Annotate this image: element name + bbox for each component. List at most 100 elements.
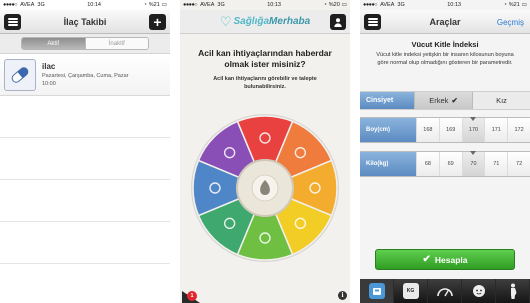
clock: 10:13 bbox=[447, 2, 461, 8]
network-label: 3G bbox=[217, 2, 225, 8]
menu-button[interactable] bbox=[364, 14, 381, 30]
empty-list-area bbox=[0, 96, 170, 296]
navbar: ♡ SağlığaMerhaba bbox=[180, 10, 350, 34]
drug-list-item[interactable]: ilac Pazartesi, Çarşamba, Cuma, Pazar 10… bbox=[0, 54, 170, 96]
plus-icon: + bbox=[153, 14, 162, 30]
weight-value[interactable]: 71 bbox=[484, 152, 508, 176]
page-title: İlaç Takibi bbox=[63, 16, 107, 27]
tab-baby[interactable] bbox=[462, 279, 496, 303]
height-label: Boy(cm) bbox=[360, 118, 416, 142]
menu-button[interactable] bbox=[4, 14, 21, 30]
network-label: 3G bbox=[397, 2, 405, 8]
network-label: 3G bbox=[37, 2, 45, 8]
height-value[interactable]: 172 bbox=[507, 118, 530, 142]
weight-value-selected[interactable]: 70 bbox=[461, 152, 485, 176]
weight-picker: Kilo(kg) 68 69 70 71 72 bbox=[360, 151, 530, 177]
add-button[interactable]: + bbox=[149, 14, 166, 30]
alarm-icon: ◔ bbox=[503, 2, 507, 8]
heart-icon: ♡ bbox=[219, 14, 232, 29]
signal-icon: ●●●●○ bbox=[3, 2, 18, 8]
tab-speed[interactable] bbox=[428, 279, 462, 303]
scale-icon bbox=[368, 283, 385, 299]
bmi-screen: ●●●●○ AVEA 3G 10:13 ◔ %21 ▭ Araçlar Geçm… bbox=[360, 0, 530, 303]
calculate-label: Hesapla bbox=[434, 254, 468, 265]
brand-part1: Sağlığa bbox=[233, 16, 270, 27]
tab-scale[interactable] bbox=[360, 279, 394, 303]
hamburger-icon bbox=[7, 18, 18, 26]
weight-values[interactable]: 68 69 70 71 72 bbox=[416, 151, 530, 176]
question-heading: Acil kan ihtiyaçlarından haberdar olmak … bbox=[198, 48, 332, 70]
selection-marker-icon bbox=[470, 151, 476, 155]
calculate-button[interactable]: ✔ Hesapla bbox=[375, 249, 515, 270]
user-icon bbox=[334, 18, 342, 27]
carrier-label: AVEA bbox=[380, 2, 395, 8]
battery-icon: ▭ bbox=[521, 2, 527, 8]
height-value[interactable]: 169 bbox=[438, 118, 462, 142]
segment-bar: Aktif İnaktif bbox=[0, 34, 170, 54]
bmi-description: Vücut kitle indeksi yetişkin bir insanın… bbox=[376, 52, 514, 66]
wheel-graphic[interactable] bbox=[190, 113, 340, 263]
alarm-icon: ◔ bbox=[323, 2, 327, 8]
status-bar: ●●●●○ AVEA 3G 10:14 ◔ %21 ▭ bbox=[0, 0, 170, 10]
checkmark-icon: ✔ bbox=[451, 96, 458, 105]
question-subtext: Acil kan ihtiyaçlarını görebilir ve tale… bbox=[213, 76, 317, 90]
height-value[interactable]: 168 bbox=[416, 118, 439, 142]
tab-weight[interactable]: KG bbox=[394, 279, 428, 303]
carrier-label: AVEA bbox=[20, 2, 35, 8]
brand-logo: ♡ SağlığaMerhaba bbox=[220, 15, 310, 28]
alarm-icon: ◔ bbox=[143, 2, 147, 8]
navbar: Araçlar Geçmiş bbox=[360, 10, 530, 34]
gender-male-label: Erkek bbox=[429, 96, 449, 105]
segment-inactive[interactable]: İnaktif bbox=[84, 38, 148, 49]
signal-icon: ●●●●○ bbox=[183, 2, 198, 8]
height-picker: Boy(cm) 168 169 170 171 172 bbox=[360, 117, 530, 143]
battery-icon: ▭ bbox=[161, 2, 167, 8]
tab-pregnancy[interactable] bbox=[496, 279, 530, 303]
clock: 10:13 bbox=[267, 2, 281, 8]
weight-value[interactable]: 69 bbox=[438, 152, 462, 176]
navbar: İlaç Takibi + bbox=[0, 10, 170, 34]
drug-time: 10:00 bbox=[42, 81, 56, 87]
hamburger-icon bbox=[367, 18, 378, 26]
gender-label: Cinsiyet bbox=[360, 92, 414, 109]
bmi-title: Vücut Kitle İndeksi bbox=[411, 40, 479, 49]
battery-percent: %21 bbox=[148, 2, 160, 8]
info-button[interactable]: i bbox=[338, 291, 347, 300]
battery-icon: ▭ bbox=[341, 2, 347, 8]
notification-badge[interactable]: 1 bbox=[187, 291, 197, 301]
kg-weight-icon: KG bbox=[402, 283, 419, 299]
status-bar: ●●●●○ AVEA 3G 10:13 ◔ %20 ▭ bbox=[180, 0, 350, 10]
battery-percent: %20 bbox=[328, 2, 340, 8]
weight-value[interactable]: 72 bbox=[507, 152, 530, 176]
clock: 10:14 bbox=[87, 2, 101, 8]
battery-percent: %21 bbox=[508, 2, 520, 8]
gender-option-male[interactable]: Erkek ✔ bbox=[414, 92, 473, 109]
pill-icon bbox=[4, 58, 36, 91]
weight-value[interactable]: 68 bbox=[416, 152, 439, 176]
check-icon: ✔ bbox=[422, 254, 431, 265]
gender-selector: Cinsiyet Erkek ✔ Kız bbox=[360, 91, 530, 110]
gender-option-female[interactable]: Kız bbox=[473, 92, 530, 109]
signal-icon: ●●●●○ bbox=[363, 2, 378, 8]
height-values[interactable]: 168 169 170 171 172 bbox=[416, 117, 530, 142]
tool-tab-bar: KG bbox=[360, 279, 530, 303]
drug-days: Pazartesi, Çarşamba, Cuma, Pazar bbox=[42, 73, 129, 79]
footer: 1 i bbox=[180, 287, 350, 303]
brand-part2: Merhaba bbox=[269, 16, 311, 27]
pregnancy-icon bbox=[510, 283, 516, 299]
height-value-selected[interactable]: 170 bbox=[461, 118, 485, 142]
history-link[interactable]: Geçmiş bbox=[497, 18, 524, 27]
weight-label: Kilo(kg) bbox=[360, 152, 416, 176]
baby-face-icon bbox=[472, 285, 485, 297]
drug-name: ilac bbox=[42, 62, 56, 71]
drug-tracker-screen: ●●●●○ AVEA 3G 10:14 ◔ %21 ▭ İlaç Takibi … bbox=[0, 0, 170, 303]
selection-marker-icon bbox=[470, 117, 476, 121]
segment-active[interactable]: Aktif bbox=[22, 38, 85, 49]
height-value[interactable]: 171 bbox=[484, 118, 508, 142]
profile-button[interactable] bbox=[330, 14, 346, 30]
carrier-label: AVEA bbox=[200, 2, 215, 8]
status-bar: ●●●●○ AVEA 3G 10:13 ◔ %21 ▭ bbox=[360, 0, 530, 10]
speedometer-icon bbox=[436, 288, 453, 297]
category-wheel[interactable] bbox=[190, 113, 340, 263]
page-title: Araçlar bbox=[429, 16, 461, 27]
